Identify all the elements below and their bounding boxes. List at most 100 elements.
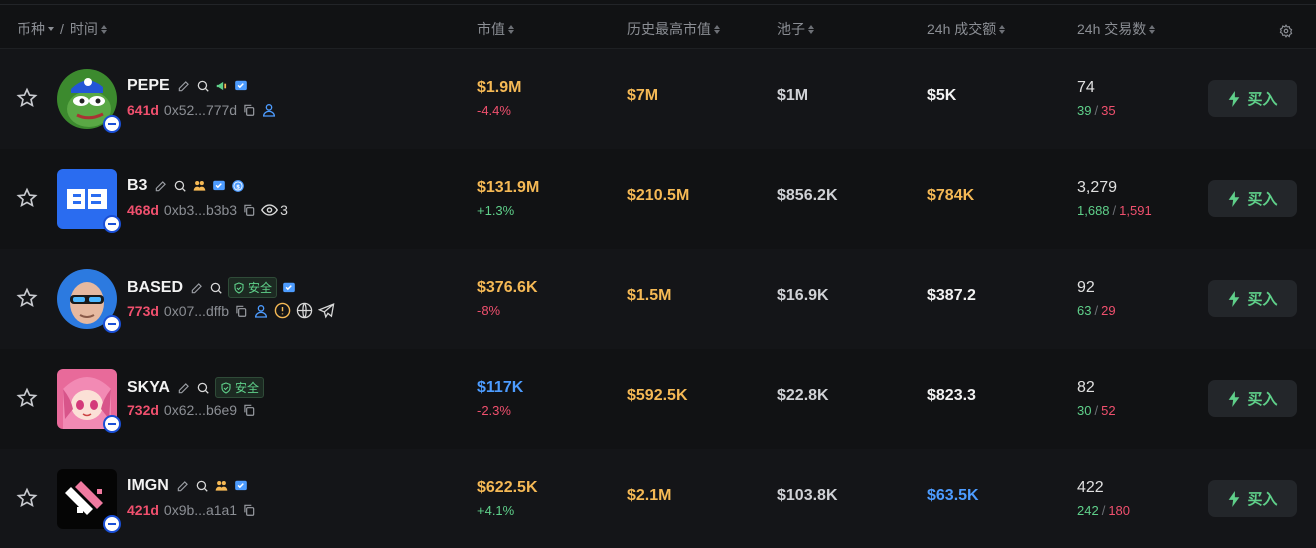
warning-icon[interactable] [274, 302, 291, 319]
buy-button[interactable]: 买入 [1208, 280, 1297, 317]
lightning-icon [1229, 390, 1240, 407]
pool-header[interactable]: 池子 [777, 19, 814, 39]
edit-icon[interactable] [154, 179, 168, 193]
table-row[interactable]: SKYA 安全 732d 0x62...b6e9 $117K -2.3% $59… [0, 349, 1316, 449]
token-address: 0x9b...a1a1 [163, 502, 238, 518]
table-row[interactable]: BASED 安全 773d 0x07...dffb $376.6K -8% $1… [0, 249, 1316, 349]
header-slash: / [60, 21, 64, 37]
copy-icon[interactable] [242, 103, 256, 117]
search-icon[interactable] [173, 179, 187, 193]
pool-value: $16.9K [777, 287, 829, 304]
sell-count: 180 [1108, 503, 1131, 518]
lightning-icon [1229, 190, 1240, 207]
token-symbol[interactable]: IMGN [127, 477, 169, 495]
table-row[interactable]: PEPE 641d 0x52...777d $1.9M -4.4% $7M $1… [0, 49, 1316, 149]
token-avatar[interactable] [57, 369, 121, 433]
buy-button[interactable]: 买入 [1208, 380, 1297, 417]
buy-label: 买入 [1247, 91, 1278, 108]
star-icon[interactable] [16, 187, 38, 209]
copy-icon[interactable] [242, 403, 256, 417]
megaphone-icon [216, 81, 226, 91]
edit-icon[interactable] [177, 381, 191, 395]
star-icon[interactable] [16, 487, 38, 509]
time-sort-label[interactable]: 时间 [70, 19, 98, 39]
buy-sell-count: 30/52 [1077, 403, 1116, 418]
sell-count: 1,591 [1119, 203, 1152, 218]
coin-time-header: 币种 / 时间 [17, 19, 107, 39]
star-icon[interactable] [16, 87, 38, 109]
user-icon[interactable] [261, 102, 277, 118]
pool-value: $1M [777, 87, 809, 104]
token-avatar[interactable] [57, 469, 121, 533]
ath-mcap: $592.5K [627, 387, 688, 404]
mcap-header[interactable]: 市值 [477, 19, 514, 39]
token-symbol[interactable]: PEPE [127, 77, 170, 95]
token-sub-line: 468d 0xb3...b3b3 3 [127, 202, 288, 218]
user-icon[interactable] [253, 303, 269, 319]
token-address: 0x52...777d [163, 102, 238, 118]
sell-count: 52 [1101, 403, 1116, 418]
buy-count: 242 [1077, 503, 1099, 518]
gear-icon[interactable] [1279, 24, 1293, 38]
copy-icon[interactable] [242, 503, 256, 517]
pool-value: $22.8K [777, 387, 829, 404]
chevron-down-icon[interactable] [48, 27, 54, 31]
buy-label: 买入 [1247, 391, 1278, 408]
price-change: -4.4% [477, 103, 511, 118]
sort-icon [714, 24, 720, 34]
txns-header[interactable]: 24h 交易数 [1077, 19, 1156, 39]
txns-24h: 74 [1077, 79, 1095, 96]
buy-button[interactable]: 买入 [1208, 480, 1297, 517]
edit-icon[interactable] [176, 479, 190, 493]
token-avatar[interactable] [57, 269, 121, 333]
token-address: 0x07...dffb [163, 302, 230, 319]
sort-icon [808, 24, 814, 34]
txns-24h: 82 [1077, 379, 1095, 396]
table-row[interactable]: IMGN 421d 0x9b...a1a1 $622.5K +4.1% $2.1… [0, 449, 1316, 548]
token-sub-line: 773d 0x07...dffb [127, 302, 335, 319]
pool-header-label: 池子 [777, 21, 805, 37]
safe-badge: 安全 [228, 277, 278, 298]
token-avatar[interactable] [57, 69, 121, 133]
volume-header[interactable]: 24h 成交额 [927, 19, 1006, 39]
copy-icon[interactable] [234, 304, 248, 318]
buy-button[interactable]: 买入 [1208, 80, 1297, 117]
buy-sell-count: 39/35 [1077, 103, 1116, 118]
token-age: 468d [127, 202, 159, 218]
buy-label: 买入 [1247, 191, 1278, 208]
buy-button[interactable]: 买入 [1208, 180, 1297, 217]
token-symbol[interactable]: B3 [127, 177, 147, 195]
table-row[interactable]: B3 $ 468d 0xb3...b3b3 3 $131.9M +1.3% $2… [0, 149, 1316, 249]
svg-text:$: $ [236, 184, 240, 190]
star-icon[interactable] [16, 387, 38, 409]
token-name-line: SKYA 安全 [127, 377, 264, 398]
coin-sort-label[interactable]: 币种 [17, 19, 45, 39]
txns-24h: 422 [1077, 479, 1104, 496]
ath-mcap: $1.5M [627, 287, 672, 304]
buy-label: 买入 [1247, 491, 1278, 508]
token-symbol[interactable]: SKYA [127, 379, 170, 397]
edit-icon[interactable] [177, 79, 191, 93]
token-address: 0x62...b6e9 [163, 402, 238, 418]
copy-icon[interactable] [242, 203, 256, 217]
search-icon[interactable] [209, 281, 223, 295]
market-cap: $376.6K [477, 279, 538, 296]
search-icon[interactable] [195, 479, 209, 493]
market-cap: $117K [477, 379, 524, 396]
search-icon[interactable] [196, 79, 210, 93]
sort-icon[interactable] [100, 24, 107, 34]
sell-count: 29 [1101, 303, 1116, 318]
star-icon[interactable] [16, 287, 38, 309]
ath-header[interactable]: 历史最高市值 [627, 19, 720, 39]
volume-24h: $63.5K [927, 487, 979, 504]
token-avatar[interactable] [57, 169, 121, 233]
search-icon[interactable] [196, 381, 210, 395]
globe-icon[interactable] [296, 302, 313, 319]
price-change: -8% [477, 303, 501, 318]
token-symbol[interactable]: BASED [127, 279, 183, 297]
buy-count: 1,688 [1077, 203, 1110, 218]
telegram-icon[interactable] [318, 302, 335, 319]
edit-icon[interactable] [190, 281, 204, 295]
ath-mcap: $210.5M [627, 187, 690, 204]
sell-count: 35 [1101, 103, 1116, 118]
